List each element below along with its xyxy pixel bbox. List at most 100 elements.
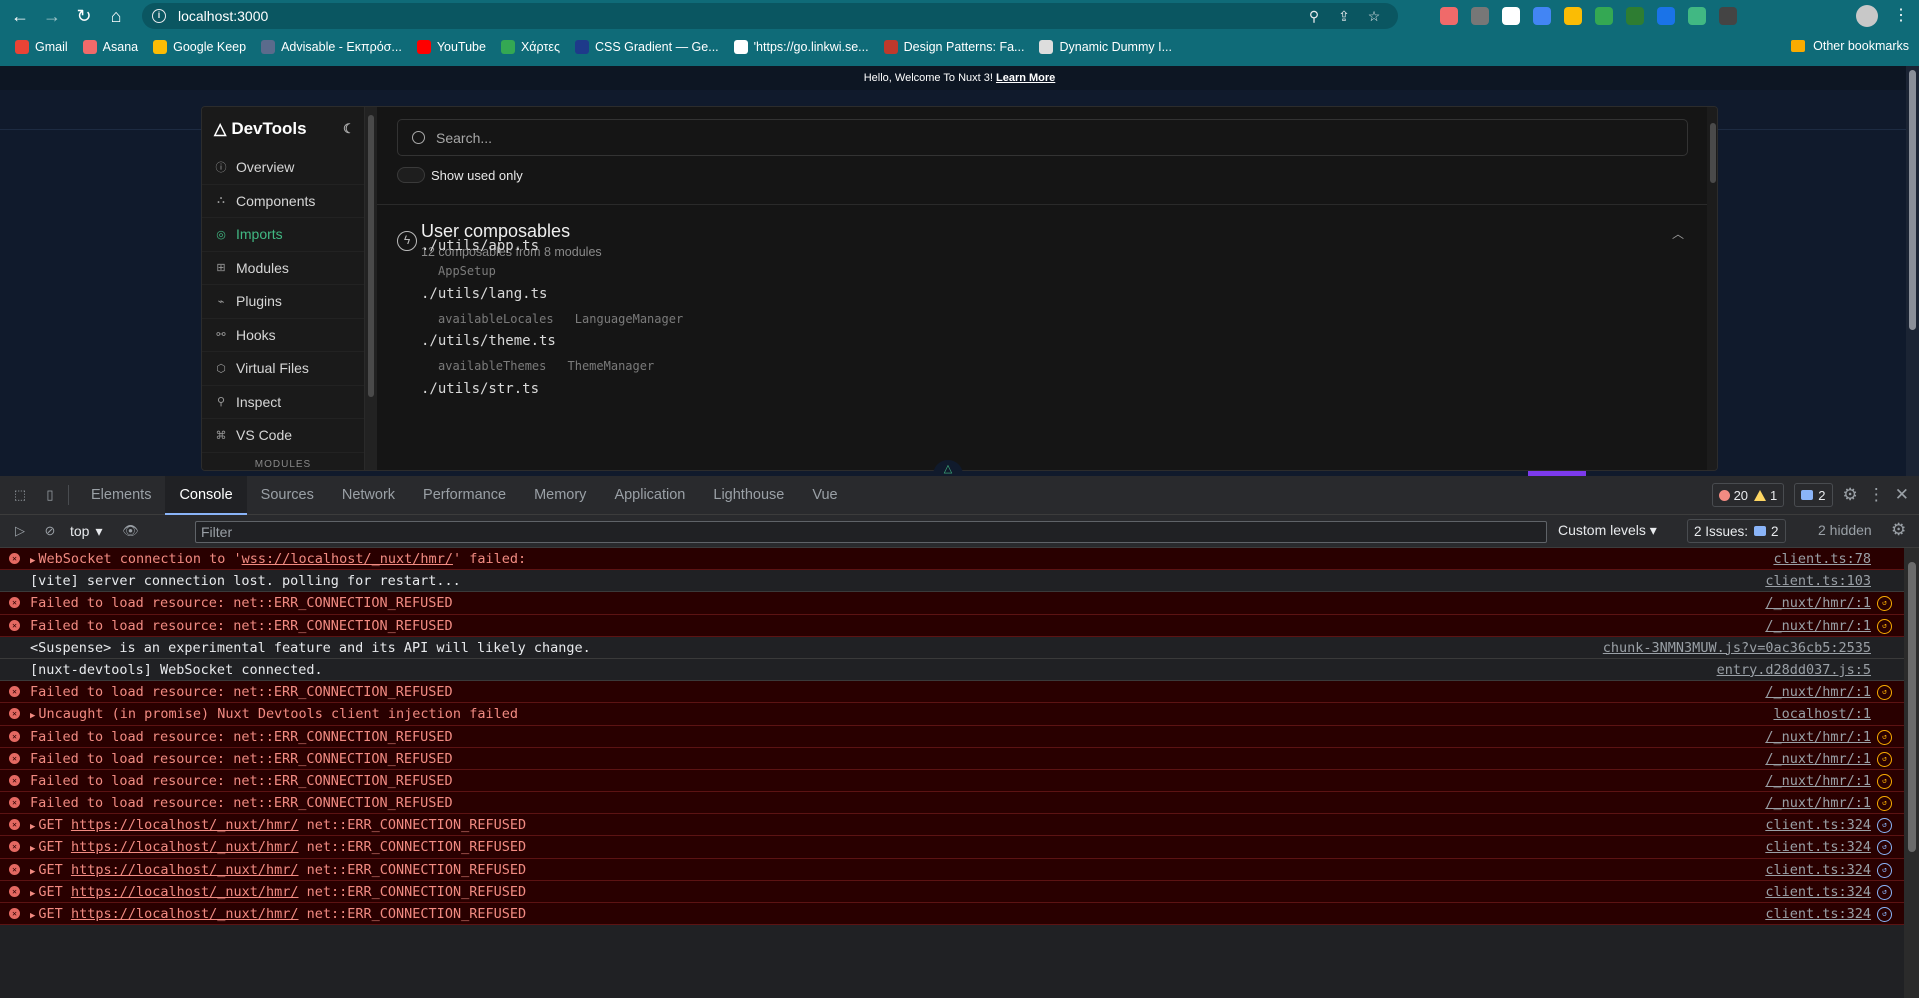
bookmark-star-icon[interactable]: ☆ (1366, 8, 1382, 24)
message-link[interactable]: https://localhost/_nuxt/hmr/ (71, 817, 299, 833)
bookmark-item[interactable]: YouTube (416, 40, 486, 54)
expand-arrow-icon[interactable]: ▶ (30, 844, 35, 854)
export-name[interactable]: availableThemes (438, 359, 546, 373)
issues-button[interactable]: 2 Issues: 2 (1687, 519, 1786, 543)
sidebar-item-virtual-files[interactable]: ⬡ Virtual Files (202, 352, 364, 386)
site-info-icon[interactable]: i (152, 9, 166, 23)
source-link[interactable]: client.ts:324 (1765, 836, 1871, 858)
message-link[interactable]: https://localhost/_nuxt/hmr/ (71, 862, 299, 878)
inspect-element-icon[interactable]: ⬚ (10, 485, 30, 505)
sidebar-item-modules[interactable]: ⊞ Modules (202, 252, 364, 285)
profile-avatar[interactable] (1856, 5, 1878, 27)
sidebar-item-imports[interactable]: ◎ Imports (202, 218, 364, 252)
close-icon[interactable]: ✕ (1895, 485, 1909, 505)
back-icon[interactable]: ← (8, 4, 32, 28)
tab-performance[interactable]: Performance (409, 476, 520, 515)
request-initiator-icon[interactable]: ↺ (1877, 884, 1892, 900)
more-options-icon[interactable]: ⋮ (1868, 485, 1885, 505)
tab-network[interactable]: Network (328, 476, 409, 515)
device-toolbar-icon[interactable]: ▯ (40, 485, 60, 505)
tab-sources[interactable]: Sources (247, 476, 328, 515)
source-link[interactable]: client.ts:324 (1765, 859, 1871, 881)
source-link[interactable]: localhost/:1 (1773, 703, 1871, 725)
url-text[interactable]: localhost:3000 (178, 8, 268, 24)
extension-icon[interactable] (1533, 7, 1551, 25)
source-link[interactable]: client.ts:324 (1765, 881, 1871, 903)
other-bookmarks[interactable]: Other bookmarks (1791, 39, 1909, 53)
extension-icon[interactable] (1440, 7, 1458, 25)
extension-icon[interactable] (1626, 7, 1644, 25)
expand-arrow-icon[interactable]: ▶ (30, 822, 35, 832)
console-row[interactable]: <Suspense> is an experimental feature an… (0, 636, 1904, 659)
source-link[interactable]: client.ts:103 (1765, 570, 1871, 592)
console-row[interactable]: ✕ ▶ GET https://localhost/_nuxt/hmr/ net::… (0, 814, 1904, 837)
context-selector[interactable]: top ▾ (70, 523, 103, 540)
source-link[interactable]: client.ts:324 (1765, 903, 1871, 925)
page-scrollbar[interactable] (1906, 66, 1919, 476)
console-row[interactable]: ✕ ▶ Uncaught (in promise) Nuxt Devtools cl… (0, 703, 1904, 726)
sidebar-toggle-icon[interactable]: ▷ (10, 521, 30, 541)
source-link[interactable]: /_nuxt/hmr/:1 (1765, 681, 1871, 703)
sidebar-scrollbar[interactable] (365, 107, 377, 470)
extension-icon[interactable] (1471, 7, 1489, 25)
request-initiator-icon[interactable]: ↺ (1877, 685, 1892, 701)
source-link[interactable]: /_nuxt/hmr/:1 (1765, 792, 1871, 814)
console-row[interactable]: [vite] server connection lost. polling f… (0, 570, 1904, 593)
file-path[interactable]: ./utils/theme.ts (421, 333, 556, 349)
expand-arrow-icon[interactable]: ▶ (30, 556, 35, 566)
console-row[interactable]: ✕ Failed to load resource: net::ERR_CONNE… (0, 614, 1904, 637)
home-icon[interactable]: ⌂ (104, 4, 128, 28)
source-link[interactable]: /_nuxt/hmr/:1 (1765, 615, 1871, 637)
console-row[interactable]: ✕ ▶ WebSocket connection to 'wss://localho… (0, 548, 1904, 571)
extension-icon[interactable] (1657, 7, 1675, 25)
console-row[interactable]: ✕ Failed to load resource: net::ERR_CONNE… (0, 592, 1904, 615)
request-initiator-icon[interactable]: ↺ (1877, 751, 1892, 767)
source-link[interactable]: client.ts:324 (1765, 814, 1871, 836)
console-settings-icon[interactable]: ⚙ (1891, 520, 1906, 540)
request-initiator-icon[interactable]: ↺ (1877, 796, 1892, 812)
show-used-only-toggle[interactable]: Show used only (397, 167, 523, 183)
extension-icon[interactable] (1719, 7, 1737, 25)
request-initiator-icon[interactable]: ↺ (1877, 596, 1892, 612)
page-scroll-thumb[interactable] (1909, 70, 1916, 330)
address-bar[interactable]: i localhost:3000 ⚲ ⇪ ☆ (142, 3, 1398, 29)
request-initiator-icon[interactable]: ↺ (1877, 818, 1892, 834)
tab-lighthouse[interactable]: Lighthouse (699, 476, 798, 515)
console-row[interactable]: ✕ Failed to load resource: net::ERR_CONNE… (0, 792, 1904, 815)
tab-memory[interactable]: Memory (520, 476, 600, 515)
sidebar-scroll-thumb[interactable] (368, 115, 374, 397)
message-link[interactable]: https://localhost/_nuxt/hmr/ (71, 884, 299, 900)
extension-icon[interactable] (1564, 7, 1582, 25)
bookmark-item[interactable]: Google Keep (153, 40, 246, 54)
forward-icon[interactable]: → (40, 4, 64, 28)
filter-input[interactable]: Filter (195, 521, 1547, 543)
counts-badge[interactable]: 20 1 (1711, 483, 1785, 507)
console-row[interactable]: ✕ Failed to load resource: net::ERR_CONNE… (0, 769, 1904, 793)
sidebar-item-components[interactable]: ⛬ Components (202, 185, 364, 218)
console-row[interactable]: [nuxt-devtools] WebSocket connected. entr… (0, 658, 1904, 682)
source-link[interactable]: client.ts:78 (1773, 548, 1871, 570)
theme-toggle-icon[interactable]: ☾ (343, 121, 355, 137)
sidebar-item-plugins[interactable]: ⌁ Plugins (202, 285, 364, 319)
export-name[interactable]: AppSetup (438, 264, 496, 278)
expand-arrow-icon[interactable]: ▶ (30, 867, 35, 877)
bookmark-item[interactable]: Χάρτες (500, 40, 560, 54)
message-link[interactable]: https://localhost/_nuxt/hmr/ (71, 839, 299, 855)
console-row[interactable]: ✕ ▶ GET https://localhost/_nuxt/hmr/ net::… (0, 903, 1904, 926)
console-scrollbar[interactable] (1904, 548, 1919, 998)
export-name[interactable]: LanguageManager (575, 312, 683, 326)
banner-link[interactable]: Learn More (996, 72, 1055, 84)
bookmark-item[interactable]: Gmail (15, 40, 68, 54)
browser-menu-icon[interactable]: ⋮ (1893, 5, 1909, 25)
search-input[interactable]: Search... (397, 119, 1688, 156)
extension-icon[interactable] (1502, 7, 1520, 25)
reload-icon[interactable]: ↻ (72, 4, 96, 28)
bookmark-item[interactable]: Design Patterns: Fa... (883, 40, 1024, 54)
extension-icon[interactable] (1595, 7, 1613, 25)
sidebar-item-hooks[interactable]: ⚯ Hooks (202, 319, 364, 352)
request-initiator-icon[interactable]: ↺ (1877, 729, 1892, 745)
sidebar-item-overview[interactable]: ⓘ Overview (202, 151, 364, 185)
request-initiator-icon[interactable]: ↺ (1877, 907, 1892, 922)
request-initiator-icon[interactable]: ↺ (1877, 862, 1892, 878)
clear-console-icon[interactable]: ⊘ (40, 521, 60, 541)
